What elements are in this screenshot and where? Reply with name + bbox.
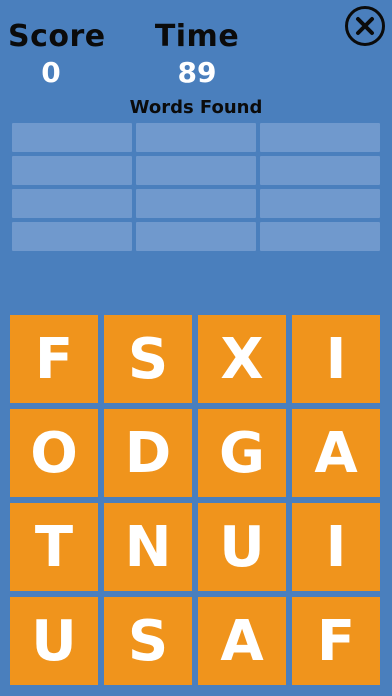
letter-tile[interactable]: A <box>198 597 286 685</box>
words-found-grid <box>12 123 380 251</box>
letter-tile[interactable]: G <box>198 409 286 497</box>
letter-tile[interactable]: I <box>292 315 380 403</box>
time-value: 89 <box>177 56 217 89</box>
time-label: Time <box>154 19 240 54</box>
word-slot <box>12 123 132 152</box>
word-slot <box>260 123 380 152</box>
letter-tile[interactable]: D <box>104 409 192 497</box>
letter-tile[interactable]: F <box>10 315 98 403</box>
word-slot <box>260 222 380 251</box>
word-slot <box>136 156 256 185</box>
letter-tile[interactable]: A <box>292 409 380 497</box>
word-slot <box>12 156 132 185</box>
letter-tile[interactable]: O <box>10 409 98 497</box>
words-found-title: Words Found <box>129 97 263 118</box>
word-slot <box>260 189 380 218</box>
letter-tile[interactable]: T <box>10 503 98 591</box>
word-slot <box>260 156 380 185</box>
close-x-icon <box>356 17 374 35</box>
score-label: Score <box>8 19 106 54</box>
letter-tile[interactable]: F <box>292 597 380 685</box>
letter-board: F S X I O D G A T N U I U S A F <box>10 315 380 685</box>
letter-tile[interactable]: S <box>104 315 192 403</box>
letter-tile[interactable]: U <box>10 597 98 685</box>
close-button[interactable] <box>345 6 385 46</box>
word-slot <box>136 123 256 152</box>
word-slot <box>136 189 256 218</box>
letter-tile[interactable]: N <box>104 503 192 591</box>
score-value: 0 <box>41 56 61 89</box>
letter-tile[interactable]: S <box>104 597 192 685</box>
letter-tile[interactable]: I <box>292 503 380 591</box>
word-slot <box>12 222 132 251</box>
letter-tile[interactable]: X <box>198 315 286 403</box>
word-slot <box>136 222 256 251</box>
word-slot <box>12 189 132 218</box>
letter-tile[interactable]: U <box>198 503 286 591</box>
